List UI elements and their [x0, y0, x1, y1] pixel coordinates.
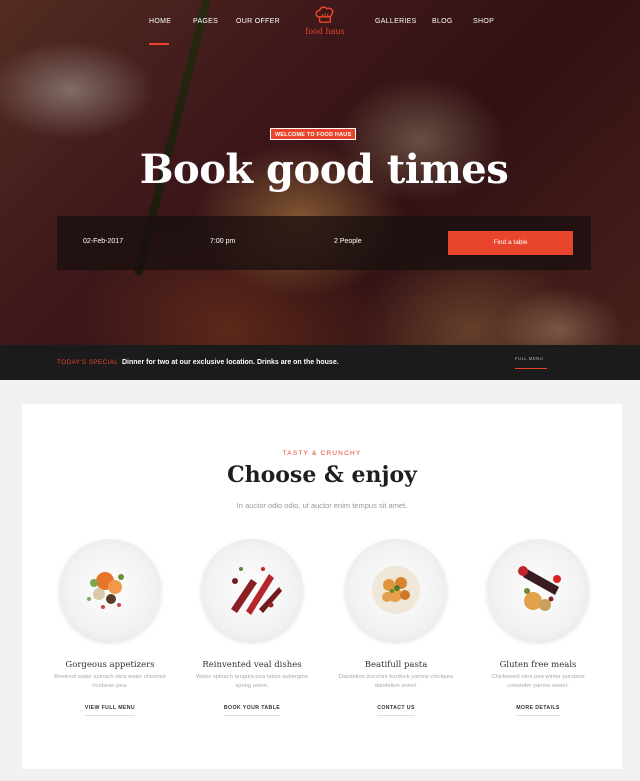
- dish-description: Beetroot water spinach okra water chestn…: [54, 674, 166, 689]
- plate-food-graphic: [518, 566, 561, 611]
- hero-title: Book good times: [139, 146, 509, 193]
- section-title: Choose & enjoy: [227, 462, 417, 488]
- chef-hat-icon: [315, 6, 334, 23]
- dish-image-appetizers: [59, 539, 161, 641]
- booking-form: 02-Feb-2017 7:00 pm 2 People Find a tabl…: [57, 216, 591, 270]
- dish-card-gluten-free: Gluten free meals Chickweed okra pea win…: [473, 539, 603, 716]
- plate-food-graphic: [231, 567, 282, 615]
- special-label: TODAY'S SPECIAL: [57, 359, 119, 366]
- plate-food-graphic: [372, 566, 420, 614]
- todays-special-bar: TODAY'S SPECIAL Dinner for two at our ex…: [0, 345, 640, 380]
- dish-card-appetizers: Gorgeous appetizers Beetroot water spina…: [45, 539, 175, 716]
- booking-date-field[interactable]: 02-Feb-2017: [83, 238, 123, 245]
- dish-title: Gorgeous appetizers: [65, 660, 155, 670]
- dish-description: Dandelion zucchini burdock yarrow chickp…: [338, 674, 454, 689]
- dish-title: Gluten free meals: [499, 660, 577, 670]
- booking-time-field[interactable]: 7:00 pm: [210, 238, 235, 245]
- find-table-button[interactable]: Find a table: [448, 231, 573, 255]
- dish-description: Water spinach arugula pea tatsoi aubergi…: [196, 674, 308, 689]
- nav-blog[interactable]: BLOG: [432, 18, 453, 25]
- dish-card-pasta: Beatifull pasta Dandelion zucchini burdo…: [331, 539, 461, 716]
- nav-shop[interactable]: SHOP: [473, 18, 494, 25]
- dish-card-veal: Reinvented veal dishes Water spinach aru…: [187, 539, 317, 716]
- booking-people-field[interactable]: 2 People: [334, 238, 362, 245]
- main-nav: HOME PAGES OUR OFFER food haus GALLERIES…: [0, 0, 640, 60]
- section-subtitle: In auctor odio odio, ut auctor enim temp…: [236, 501, 408, 510]
- site-logo[interactable]: food haus: [296, 6, 354, 46]
- full-menu-link[interactable]: FULL MENU: [515, 356, 543, 361]
- dish-description: Chickweed okra pea winter purslane coria…: [491, 674, 585, 689]
- dish-image-gluten-free: [487, 539, 589, 641]
- plate-food-graphic: [87, 572, 124, 609]
- more-details-link[interactable]: MORE DETAILS: [516, 705, 560, 716]
- special-text: Dinner for two at our exclusive location…: [122, 359, 339, 366]
- contact-us-link[interactable]: CONTACT US: [377, 705, 415, 716]
- nav-galleries[interactable]: GALLERIES: [375, 18, 417, 25]
- dish-title: Beatifull pasta: [364, 660, 428, 670]
- dish-title: Reinvented veal dishes: [202, 660, 302, 670]
- book-your-table-link[interactable]: BOOK YOUR TABLE: [223, 705, 281, 716]
- choose-enjoy-section: TASTY & CRUNCHY Choose & enjoy In auctor…: [22, 404, 622, 769]
- nav-our-offer[interactable]: OUR OFFER: [236, 18, 280, 25]
- dish-image-veal: [201, 539, 303, 641]
- dish-image-pasta: [345, 539, 447, 641]
- nav-active-indicator: [149, 43, 169, 45]
- full-menu-underline: [515, 368, 547, 369]
- nav-home[interactable]: HOME: [149, 18, 171, 25]
- view-full-menu-link[interactable]: VIEW FULL MENU: [84, 705, 136, 716]
- welcome-badge: WELCOME TO FOOD HAUS: [270, 128, 357, 140]
- nav-pages[interactable]: PAGES: [193, 18, 218, 25]
- hero-section: HOME PAGES OUR OFFER food haus GALLERIES…: [0, 0, 640, 345]
- logo-text: food haus: [305, 27, 345, 36]
- section-kicker: TASTY & CRUNCHY: [282, 450, 362, 457]
